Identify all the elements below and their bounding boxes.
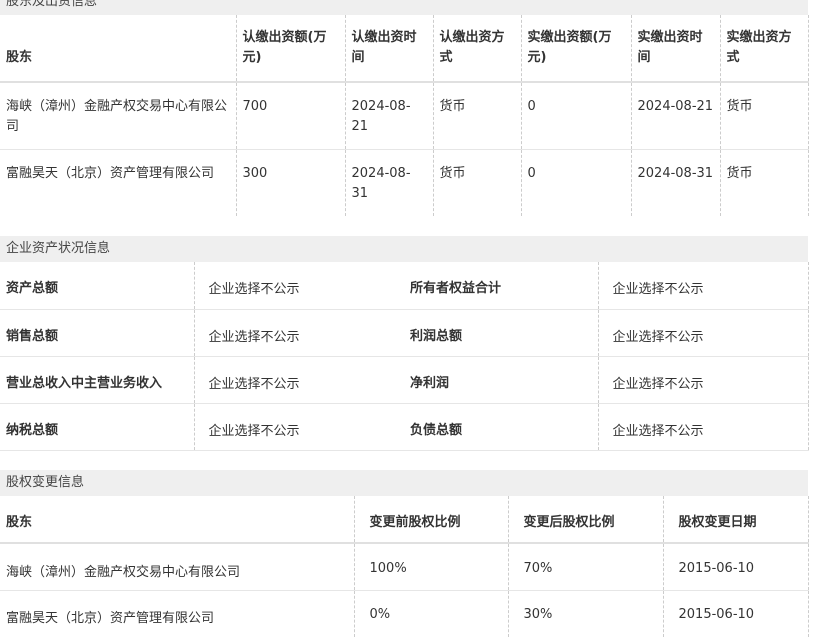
change-date: 2015-06-10 [663, 590, 809, 637]
table-row: 资产总额 企业选择不公示 所有者权益合计 企业选择不公示 [0, 262, 809, 309]
subscribed-date: 2024-08-21 [345, 82, 434, 149]
subscribed-amount: 300 [236, 149, 346, 216]
shareholder-name: 海峡（漳州）金融产权交易中心有限公司 [0, 82, 237, 149]
shareholder-name: 富融昊天（北京）资产管理有限公司 [0, 590, 355, 637]
asset-label: 所有者权益合计 [396, 262, 599, 309]
col-header-subscribed-date: 认缴出资时间 [345, 15, 434, 82]
shareholder-section-title: 股东及出资信息 [0, 0, 808, 15]
table-row: 纳税总额 企业选择不公示 负债总额 企业选择不公示 [0, 403, 809, 450]
col-header-paid-method: 实缴出资方式 [720, 15, 809, 82]
subscribed-method: 货币 [433, 82, 522, 149]
col-header-subscribed-method: 认缴出资方式 [433, 15, 522, 82]
table-row: 营业总收入中主营业务收入 企业选择不公示 净利润 企业选择不公示 [0, 356, 809, 403]
col-header-paid-amount: 实缴出资额(万元) [521, 15, 632, 82]
asset-value: 企业选择不公示 [598, 356, 809, 403]
assets-table: 资产总额 企业选择不公示 所有者权益合计 企业选择不公示 销售总额 企业选择不公… [0, 262, 809, 451]
paid-date: 2024-08-31 [631, 149, 721, 216]
table-row: 富融昊天（北京）资产管理有限公司 0% 30% 2015-06-10 [0, 590, 809, 637]
col-header-shareholder: 股东 [0, 15, 237, 82]
paid-date: 2024-08-21 [631, 82, 721, 149]
paid-amount: 0 [521, 149, 632, 216]
asset-label: 净利润 [396, 356, 599, 403]
equity-change-section-title: 股权变更信息 [0, 470, 808, 496]
col-header-before-ratio: 变更前股权比例 [354, 496, 509, 543]
subscribed-method: 货币 [433, 149, 522, 216]
after-ratio: 30% [508, 590, 664, 637]
table-row: 富融昊天（北京）资产管理有限公司 300 2024-08-31 货币 0 202… [0, 149, 809, 216]
asset-value: 企业选择不公示 [598, 262, 809, 309]
asset-label: 资产总额 [0, 262, 195, 309]
change-date: 2015-06-10 [663, 543, 809, 590]
asset-value: 企业选择不公示 [208, 329, 300, 345]
asset-label: 销售总额 [0, 309, 195, 356]
table-row: 海峡（漳州）金融产权交易中心有限公司 100% 70% 2015-06-10 [0, 543, 809, 590]
asset-value: 企业选择不公示 [598, 403, 809, 450]
shareholder-header-row: 股东 认缴出资额(万元) 认缴出资时间 认缴出资方式 实缴出资额(万元) 实缴出… [0, 15, 809, 82]
asset-value: 企业选择不公示 [208, 376, 300, 392]
subscribed-amount: 700 [236, 82, 346, 149]
shareholder-name: 海峡（漳州）金融产权交易中心有限公司 [0, 543, 355, 590]
before-ratio: 0% [354, 590, 509, 637]
asset-value: 企业选择不公示 [208, 282, 300, 297]
shareholder-name: 富融昊天（北京）资产管理有限公司 [0, 149, 237, 216]
table-row: 海峡（漳州）金融产权交易中心有限公司 700 2024-08-21 货币 0 2… [0, 82, 809, 149]
before-ratio: 100% [354, 543, 509, 590]
subscribed-date: 2024-08-31 [345, 149, 434, 216]
shareholder-table: 股东 认缴出资额(万元) 认缴出资时间 认缴出资方式 实缴出资额(万元) 实缴出… [0, 15, 809, 216]
col-header-after-ratio: 变更后股权比例 [508, 496, 664, 543]
after-ratio: 70% [508, 543, 664, 590]
table-row: 销售总额 企业选择不公示 利润总额 企业选择不公示 [0, 309, 809, 356]
asset-label: 营业总收入中主营业务收入 [0, 356, 195, 403]
paid-amount: 0 [521, 82, 632, 149]
paid-method: 货币 [720, 82, 809, 149]
col-header-shareholder: 股东 [0, 496, 355, 543]
col-header-subscribed-amount: 认缴出资额(万元) [236, 15, 346, 82]
asset-value: 企业选择不公示 [598, 309, 809, 356]
asset-label: 纳税总额 [0, 403, 195, 450]
paid-method: 货币 [720, 149, 809, 216]
asset-value: 企业选择不公示 [208, 423, 300, 439]
col-header-paid-date: 实缴出资时间 [631, 15, 721, 82]
equity-change-table: 股东 变更前股权比例 变更后股权比例 股权变更日期 海峡（漳州）金融产权交易中心… [0, 496, 809, 637]
assets-section-title: 企业资产状况信息 [0, 236, 808, 262]
col-header-change-date: 股权变更日期 [663, 496, 809, 543]
asset-label: 利润总额 [396, 309, 599, 356]
asset-label: 负债总额 [396, 403, 599, 450]
equity-header-row: 股东 变更前股权比例 变更后股权比例 股权变更日期 [0, 496, 809, 543]
